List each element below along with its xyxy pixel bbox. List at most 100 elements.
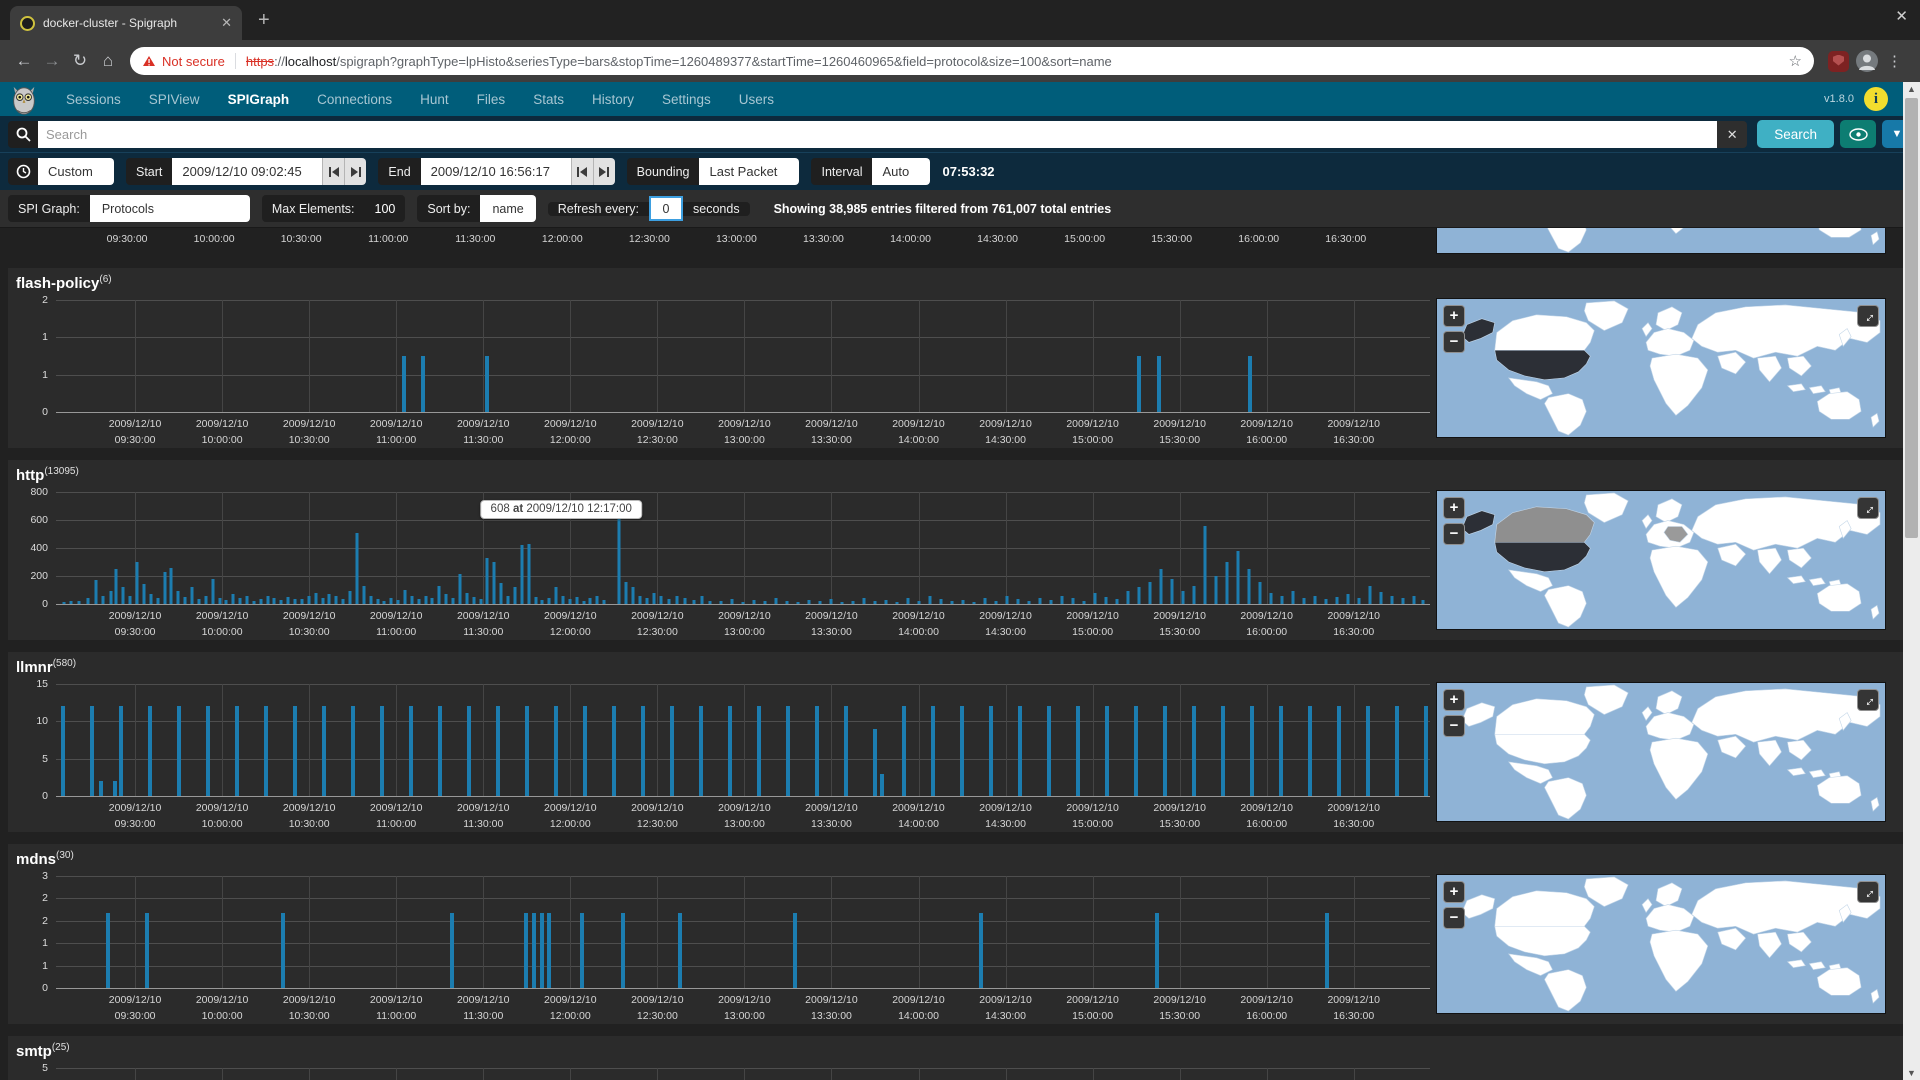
histogram-bar[interactable]: [493, 562, 496, 604]
histogram-bar[interactable]: [880, 774, 884, 796]
histogram-bar[interactable]: [1159, 569, 1162, 604]
tab-close-icon[interactable]: ✕: [221, 15, 232, 31]
histogram-bar[interactable]: [450, 913, 454, 988]
histogram-bar[interactable]: [99, 781, 103, 796]
histogram-bar[interactable]: [1221, 706, 1225, 796]
histogram-bar[interactable]: [851, 601, 854, 605]
world-map[interactable]: [1437, 683, 1885, 821]
histogram-bar[interactable]: [328, 594, 331, 604]
histogram-bar[interactable]: [931, 706, 935, 796]
histogram-bar[interactable]: [119, 706, 123, 796]
histogram-bar[interactable]: [1258, 582, 1261, 604]
histogram-bar[interactable]: [70, 601, 73, 605]
histogram-bar[interactable]: [1163, 706, 1167, 796]
histogram-bar[interactable]: [928, 596, 931, 604]
histogram-bar[interactable]: [362, 586, 365, 604]
histogram-bar[interactable]: [603, 600, 606, 604]
histogram-bar[interactable]: [1071, 598, 1074, 604]
histogram-bar[interactable]: [1093, 593, 1096, 604]
histogram-bar[interactable]: [699, 706, 703, 796]
histogram-bar[interactable]: [575, 597, 578, 604]
histogram-bar[interactable]: [390, 598, 393, 604]
histogram-bar[interactable]: [1269, 593, 1272, 604]
info-icon[interactable]: i: [1864, 87, 1888, 111]
histogram-bar[interactable]: [840, 602, 843, 604]
histogram-bar[interactable]: [793, 913, 797, 988]
histogram-bar[interactable]: [1412, 596, 1415, 604]
menu-kebab-icon[interactable]: ⋮: [1887, 52, 1902, 70]
histogram-bar[interactable]: [1335, 597, 1338, 604]
histogram-bar[interactable]: [989, 706, 993, 796]
histogram-bar[interactable]: [170, 568, 173, 604]
nav-item-files[interactable]: Files: [477, 92, 506, 107]
histogram-bar[interactable]: [720, 601, 723, 604]
histogram-bar[interactable]: [844, 706, 848, 796]
histogram-bar[interactable]: [410, 596, 413, 604]
histogram-bar[interactable]: [554, 706, 558, 796]
step-forward-icon[interactable]: [344, 158, 366, 185]
histogram-bar[interactable]: [1280, 596, 1283, 604]
histogram-bar[interactable]: [335, 596, 338, 604]
nav-item-settings[interactable]: Settings: [662, 92, 711, 107]
forward-icon[interactable]: →: [38, 51, 66, 71]
histogram-bar[interactable]: [1137, 587, 1140, 604]
histogram-bar[interactable]: [409, 706, 413, 796]
histogram-bar[interactable]: [652, 593, 655, 604]
histogram-bar[interactable]: [906, 598, 909, 604]
histogram-bar[interactable]: [807, 600, 810, 604]
nav-item-users[interactable]: Users: [739, 92, 774, 107]
histogram-bar[interactable]: [659, 596, 662, 604]
histogram-bar[interactable]: [342, 599, 345, 604]
histogram-bar[interactable]: [541, 600, 544, 604]
histogram-bar[interactable]: [438, 706, 442, 796]
histogram-bar[interactable]: [580, 913, 584, 988]
scroll-up-icon[interactable]: ▲: [1903, 82, 1920, 96]
histogram-bar[interactable]: [351, 706, 355, 796]
spi-graph-select[interactable]: Protocols: [90, 195, 250, 222]
histogram-bar[interactable]: [939, 599, 942, 604]
histogram-bar[interactable]: [670, 706, 674, 796]
histogram-bar[interactable]: [86, 598, 89, 604]
browser-tab[interactable]: docker-cluster - Spigraph ✕: [10, 6, 242, 40]
histogram-bar[interactable]: [273, 598, 276, 604]
histogram-bar[interactable]: [322, 706, 326, 796]
histogram-bar[interactable]: [300, 599, 303, 604]
histogram-bar[interactable]: [458, 574, 461, 604]
histogram-bar[interactable]: [1115, 599, 1118, 604]
histogram-bar[interactable]: [294, 599, 297, 604]
histogram-bar[interactable]: [136, 562, 139, 604]
histogram-bar[interactable]: [397, 600, 400, 604]
histogram-bar[interactable]: [355, 533, 358, 604]
histogram-bar[interactable]: [709, 601, 712, 605]
histogram-bar[interactable]: [145, 913, 149, 988]
new-tab-button[interactable]: +: [258, 9, 270, 32]
time-range-select[interactable]: Custom: [38, 158, 114, 185]
histogram-bar[interactable]: [63, 602, 66, 604]
histogram-bar[interactable]: [101, 596, 104, 604]
histogram-bar[interactable]: [596, 596, 599, 604]
extension-icon[interactable]: [1828, 51, 1849, 72]
not-secure-label[interactable]: Not secure: [162, 54, 225, 69]
histogram-bar[interactable]: [562, 596, 565, 604]
nav-item-history[interactable]: History: [592, 92, 634, 107]
histogram-bar[interactable]: [895, 602, 898, 604]
refresh-input[interactable]: [649, 196, 683, 221]
histogram-bar[interactable]: [1379, 592, 1382, 604]
histogram-bar[interactable]: [245, 596, 248, 604]
eye-toggle-button[interactable]: [1840, 120, 1876, 148]
histogram-bar[interactable]: [485, 356, 489, 412]
map-expand-icon[interactable]: ↔: [1857, 881, 1879, 903]
interval-select[interactable]: Auto: [872, 158, 930, 185]
histogram-bar[interactable]: [1181, 591, 1184, 604]
start-time-input[interactable]: 2009/12/10 09:02:45: [172, 158, 322, 185]
histogram-bar[interactable]: [184, 597, 187, 604]
histogram-bar[interactable]: [524, 913, 528, 988]
histogram-bar[interactable]: [78, 601, 81, 604]
histogram-bar[interactable]: [752, 600, 755, 604]
map-zoom-in-icon[interactable]: +: [1443, 305, 1465, 327]
histogram-bar[interactable]: [1203, 526, 1206, 604]
histogram-bar[interactable]: [829, 599, 832, 604]
histogram-bar[interactable]: [520, 545, 523, 604]
histogram-bar[interactable]: [1049, 600, 1052, 604]
step-back-icon[interactable]: [571, 158, 593, 185]
